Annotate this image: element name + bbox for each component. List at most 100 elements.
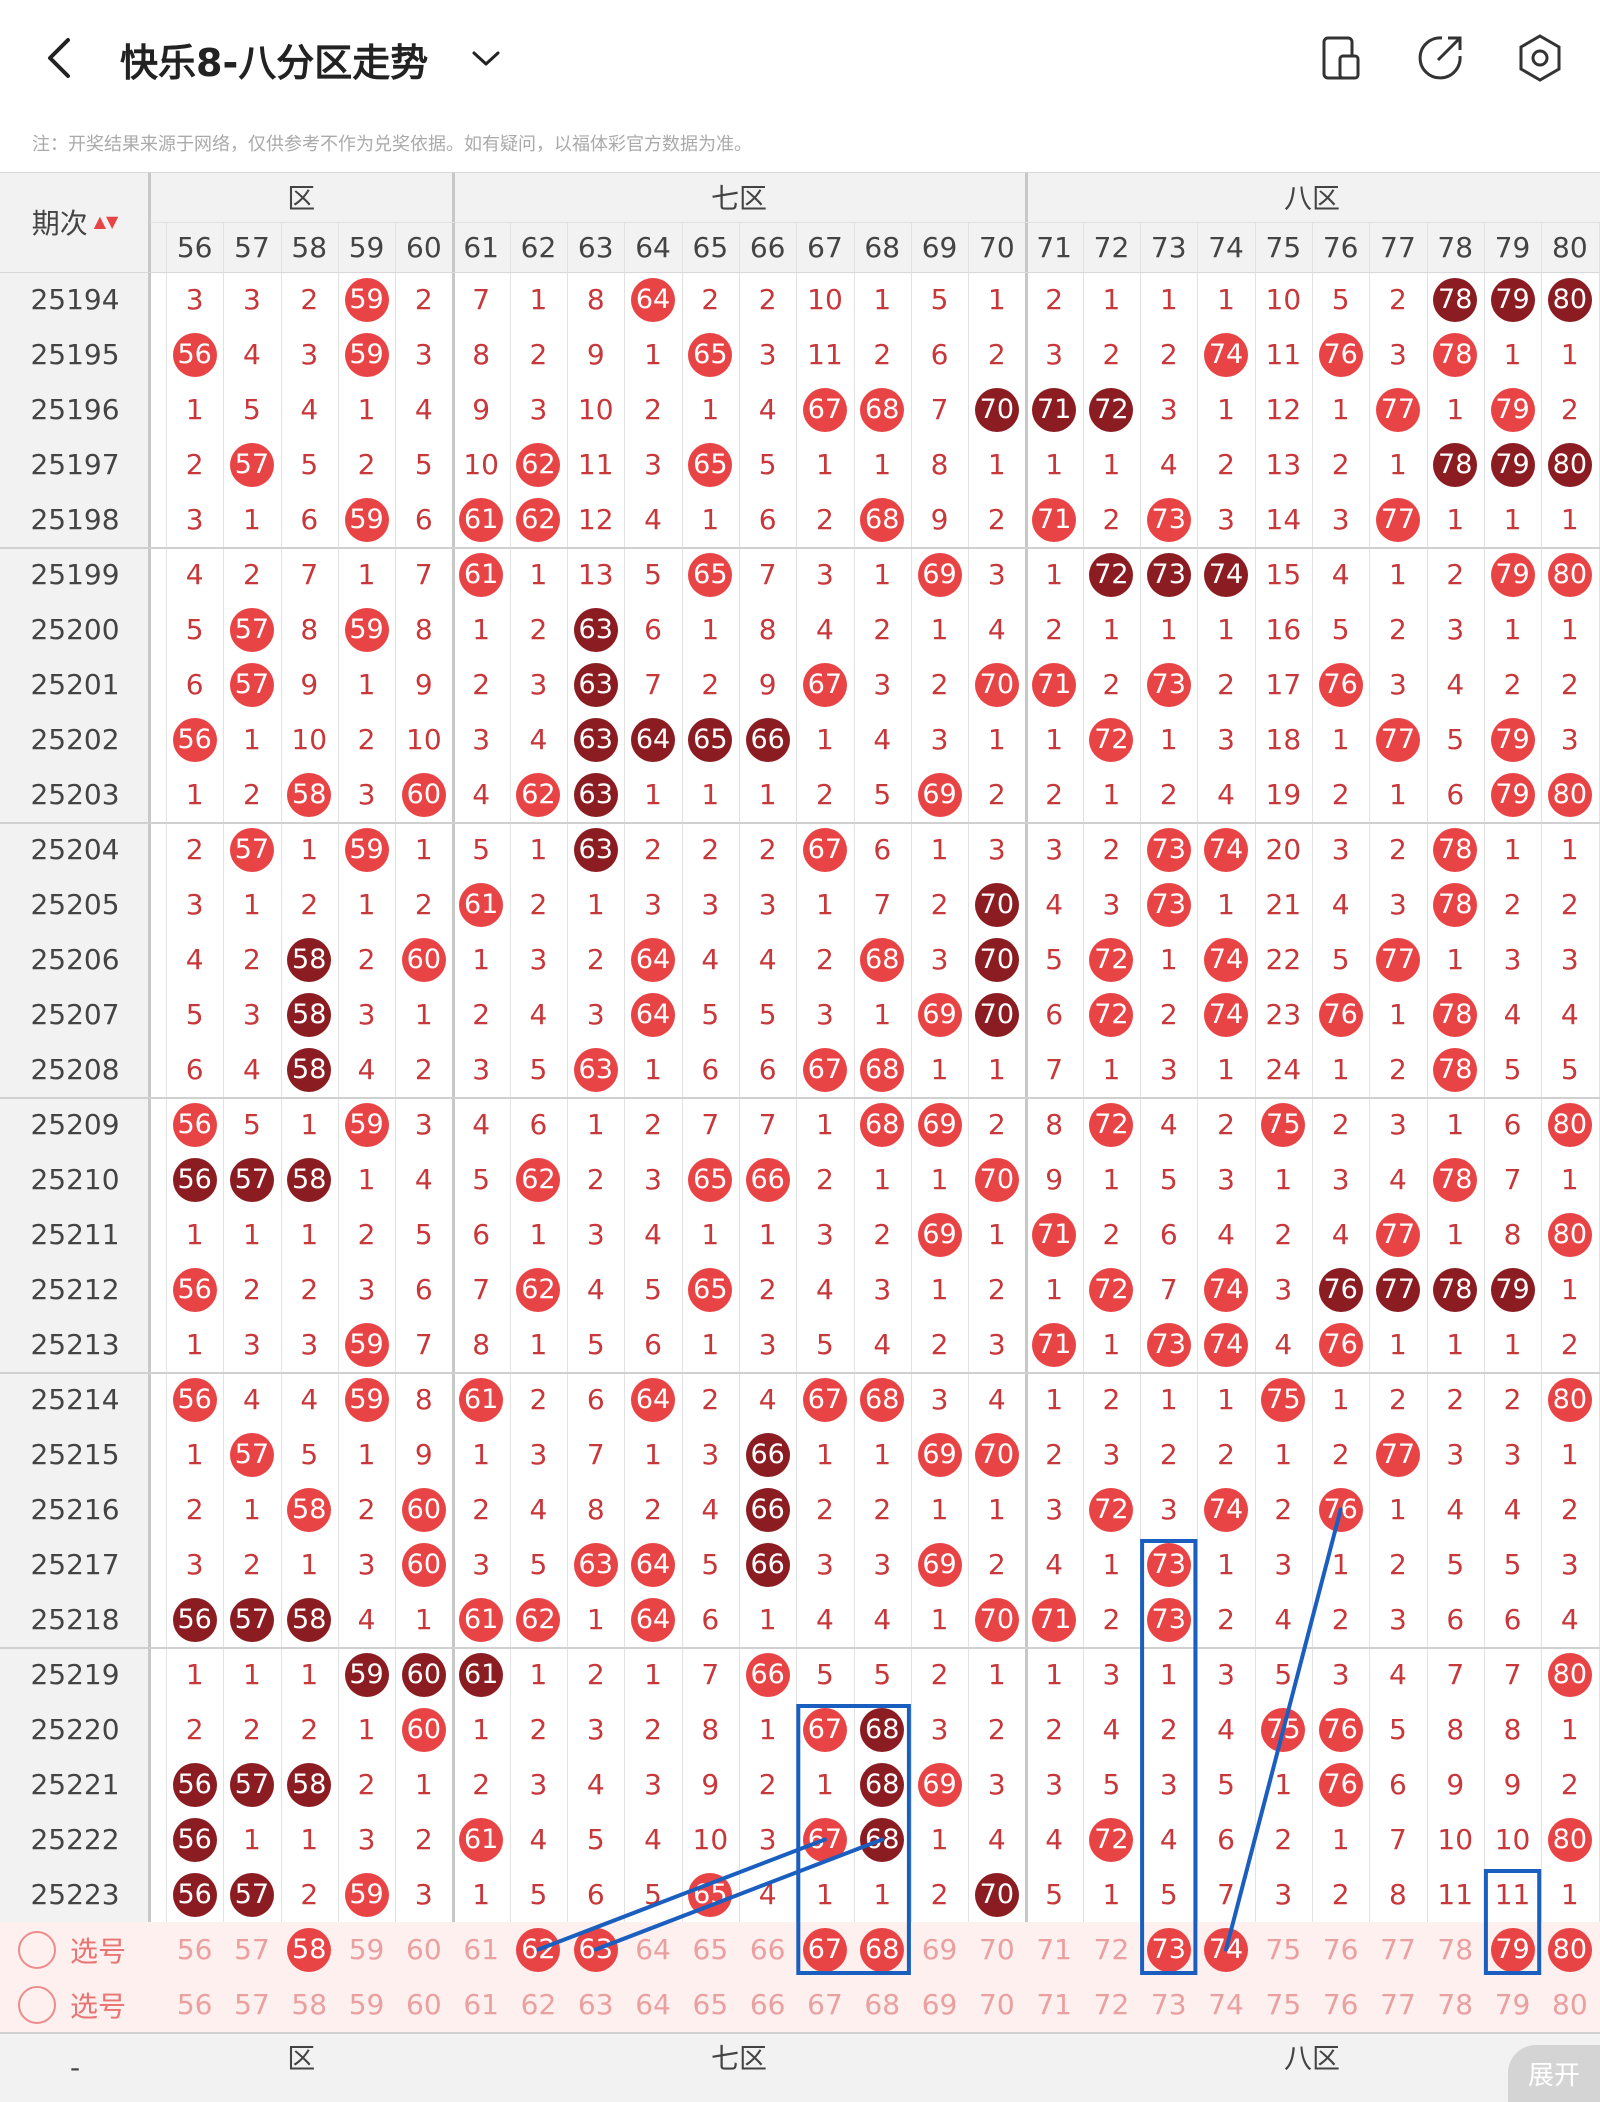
select-number[interactable]: 71 xyxy=(1026,1977,1083,2032)
select-number[interactable]: 64 xyxy=(624,1977,681,2032)
select-number[interactable]: 70 xyxy=(968,1977,1025,2032)
select-number[interactable]: 80 xyxy=(1541,1922,1598,1977)
select-number[interactable]: 60 xyxy=(395,1922,452,1977)
number-cell: 5 xyxy=(1255,1647,1312,1702)
select-number[interactable]: 72 xyxy=(1083,1922,1140,1977)
select-number[interactable]: 77 xyxy=(1369,1922,1426,1977)
selected-ball[interactable]: 80 xyxy=(1547,1927,1592,1972)
miss-count: 3 xyxy=(243,998,261,1031)
select-number[interactable]: 73 xyxy=(1140,1922,1197,1977)
number-cell: 68 xyxy=(854,932,911,987)
miss-count: 6 xyxy=(1503,1603,1522,1636)
number-cell: 1 xyxy=(1484,492,1541,547)
selected-ball[interactable]: 68 xyxy=(860,1927,905,1972)
select-number[interactable]: 78 xyxy=(1427,1922,1484,1977)
chevron-down-icon[interactable] xyxy=(470,42,502,77)
miss-count: 1 xyxy=(930,1823,949,1856)
select-number[interactable]: 64 xyxy=(624,1922,681,1977)
select-number[interactable]: 75 xyxy=(1255,1922,1312,1977)
period-number: 25213 xyxy=(30,1328,120,1361)
select-number[interactable]: 75 xyxy=(1255,1977,1312,2032)
miss-count: 2 xyxy=(1389,1053,1407,1086)
select-number[interactable]: 61 xyxy=(453,1922,510,1977)
select-number[interactable]: 78 xyxy=(1427,1977,1484,2032)
select-number[interactable]: 58 xyxy=(281,1922,338,1977)
select-number[interactable]: 77 xyxy=(1369,1977,1426,2032)
number-cell: 4 xyxy=(796,1592,853,1647)
radio-circle-icon[interactable] xyxy=(18,1985,56,2024)
number-cell: 1 xyxy=(682,1207,739,1262)
miss-count: 4 xyxy=(758,1878,777,1911)
select-number[interactable]: 68 xyxy=(854,1922,911,1977)
number-cell: 5 xyxy=(1140,1152,1197,1207)
select-number[interactable]: 65 xyxy=(682,1922,739,1977)
select-number[interactable]: 70 xyxy=(968,1922,1025,1977)
number-cell: 3 xyxy=(739,1317,796,1372)
select-number[interactable]: 71 xyxy=(1026,1922,1083,1977)
select-number[interactable]: 60 xyxy=(395,1977,452,2032)
device-icon[interactable] xyxy=(1312,30,1368,86)
drawn-ball: 65 xyxy=(688,1267,733,1312)
number-cell: 1 xyxy=(567,1097,624,1152)
select-number[interactable]: 63 xyxy=(567,1922,624,1977)
sort-icon[interactable]: ▲▼ xyxy=(94,214,119,230)
period-header[interactable]: 期次 ▲▼ xyxy=(0,172,150,272)
select-number[interactable]: 79 xyxy=(1484,1922,1541,1977)
select-number[interactable]: 74 xyxy=(1197,1922,1254,1977)
select-number[interactable]: 65 xyxy=(682,1977,739,2032)
select-number[interactable]: 62 xyxy=(510,1977,567,2032)
selected-ball[interactable]: 58 xyxy=(287,1927,332,1972)
select-number[interactable]: 66 xyxy=(739,1977,796,2032)
chevron-left-icon[interactable] xyxy=(40,30,80,96)
miss-count: 11 xyxy=(1494,1878,1531,1911)
select-number[interactable]: 57 xyxy=(223,1922,280,1977)
select-number[interactable]: 76 xyxy=(1312,1977,1369,2032)
select-number[interactable]: 56 xyxy=(166,1922,223,1977)
miss-count: 1 xyxy=(644,1658,662,1691)
number-cell: 8 xyxy=(453,1317,510,1372)
select-number[interactable]: 74 xyxy=(1197,1977,1254,2032)
select-number[interactable]: 57 xyxy=(223,1977,280,2032)
select-number[interactable]: 69 xyxy=(911,1977,968,2032)
select-number[interactable]: 79 xyxy=(1484,1977,1541,2032)
number-cell: 70 xyxy=(968,877,1025,932)
select-number[interactable]: 56 xyxy=(166,1977,223,2032)
expand-button[interactable]: 展开 xyxy=(1508,2045,1600,2102)
select-label[interactable]: 选号 xyxy=(0,1977,150,2032)
number-cell: 4 xyxy=(854,1317,911,1372)
select-number[interactable]: 72 xyxy=(1083,1977,1140,2032)
number-cell: 7 xyxy=(1484,1647,1541,1702)
select-number[interactable]: 80 xyxy=(1541,1977,1598,2032)
selected-ball[interactable]: 79 xyxy=(1490,1927,1535,1972)
select-number[interactable]: 66 xyxy=(739,1922,796,1977)
select-number[interactable]: 67 xyxy=(796,1977,853,2032)
select-number[interactable]: 67 xyxy=(796,1922,853,1977)
selected-ball[interactable]: 63 xyxy=(573,1927,618,1972)
number-cell: 1 xyxy=(796,1427,853,1482)
number-cell: 66 xyxy=(739,1647,796,1702)
select-number[interactable]: 58 xyxy=(281,1977,338,2032)
miss-count: 8 xyxy=(586,283,605,316)
number-cell: 56 xyxy=(166,1592,223,1647)
selected-ball[interactable]: 62 xyxy=(516,1927,561,1972)
share-icon[interactable] xyxy=(1412,30,1468,86)
settings-icon[interactable] xyxy=(1512,30,1568,86)
select-label[interactable]: 选号 xyxy=(0,1922,150,1977)
number-cell: 1 xyxy=(911,1482,968,1537)
select-number[interactable]: 68 xyxy=(854,1977,911,2032)
miss-count: 6 xyxy=(1217,1823,1235,1856)
selected-ball[interactable]: 73 xyxy=(1146,1927,1191,1972)
select-number[interactable]: 63 xyxy=(567,1977,624,2032)
select-number[interactable]: 62 xyxy=(510,1922,567,1977)
select-number[interactable]: 73 xyxy=(1140,1977,1197,2032)
selected-ball[interactable]: 74 xyxy=(1204,1927,1249,1972)
select-number[interactable]: 76 xyxy=(1312,1922,1369,1977)
select-number[interactable]: 59 xyxy=(338,1977,395,2032)
select-number[interactable]: 69 xyxy=(911,1922,968,1977)
selected-ball[interactable]: 67 xyxy=(802,1927,847,1972)
select-number[interactable]: 61 xyxy=(453,1977,510,2032)
number-cell: 2 xyxy=(1197,1097,1254,1152)
miss-count: 2 xyxy=(701,833,720,866)
select-number[interactable]: 59 xyxy=(338,1922,395,1977)
radio-circle-icon[interactable] xyxy=(18,1930,56,1969)
